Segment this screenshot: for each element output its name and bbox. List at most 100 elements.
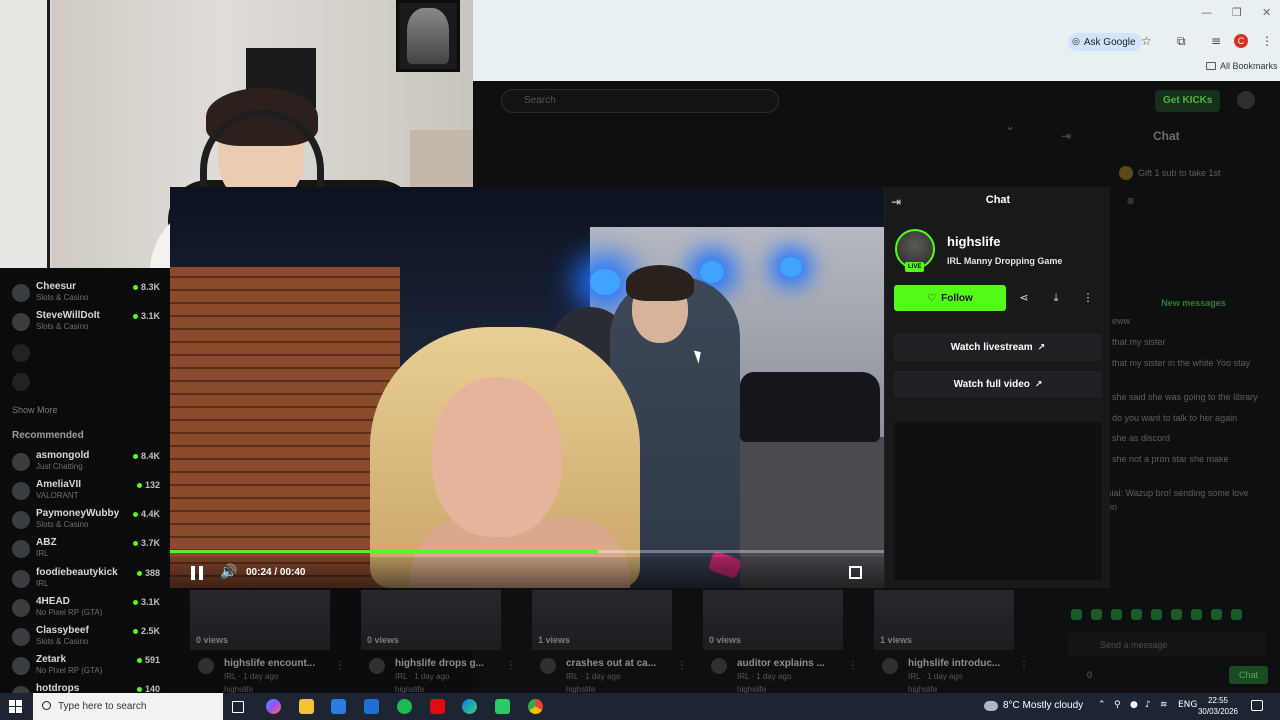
collapse-chat-icon[interactable]: ⇥	[1061, 129, 1071, 143]
watch-full-video-button[interactable]: Watch full video ↗	[894, 371, 1102, 398]
sidebar-item-hotdrops[interactable]: hotdrops 140	[12, 683, 162, 693]
media-icon[interactable]: ≡	[1211, 34, 1221, 48]
chat-heading: Chat	[1153, 129, 1180, 143]
send-message-input[interactable]: Send a message	[1068, 633, 1266, 657]
windows-start-icon[interactable]	[9, 700, 22, 713]
emote-icon[interactable]	[1191, 609, 1202, 620]
sidebar-item-paymoneywubby[interactable]: PaymoneyWubby Slots & Casino 4.4K	[12, 508, 162, 536]
pause-icon[interactable]	[191, 566, 203, 580]
user-avatar[interactable]	[1237, 91, 1255, 109]
avatar	[12, 453, 30, 471]
clip-card[interactable]: 0 views auditor explains ... IRL · 1 day…	[683, 588, 858, 694]
spotify-icon[interactable]	[397, 699, 412, 714]
minimize-button[interactable]: —	[1201, 6, 1212, 19]
channel-name[interactable]: highslife	[947, 234, 1000, 249]
chat-message: : do you want to talk to her again	[1107, 413, 1238, 423]
video-player[interactable]: 🔊 00:24 / 00:40	[170, 187, 884, 588]
speaker-icon[interactable]: ♪	[1145, 700, 1151, 710]
clock-time: 22:55	[1207, 696, 1229, 705]
sidebar-item-ameliavii[interactable]: AmeliaVII VALORANT 132	[12, 479, 162, 507]
clip-title[interactable]: auditor explains ...	[737, 658, 825, 669]
live-dot-icon	[132, 454, 138, 460]
weather-text: 8°C Mostly cloudy	[1003, 700, 1084, 711]
clip-card[interactable]: 1 views highslife introduc... IRL · 1 da…	[854, 588, 1029, 694]
close-button[interactable]: ✕	[1262, 6, 1271, 19]
edge-icon[interactable]	[462, 699, 477, 714]
more-menu-icon[interactable]: ⋮	[1261, 34, 1273, 48]
more-icon[interactable]: ⋮	[1019, 660, 1029, 671]
ask-google-button[interactable]: ◎ Ask Google	[1068, 33, 1142, 51]
mail-icon[interactable]	[364, 699, 379, 714]
language-indicator[interactable]: ENG	[1178, 700, 1197, 710]
clock[interactable]: 22:55 30/03/2026	[1196, 695, 1240, 717]
clip-card[interactable]: 0 views highslife encount... IRL · 1 day…	[170, 588, 345, 694]
clip-title[interactable]: highslife encount...	[224, 658, 315, 669]
task-view-icon[interactable]	[232, 701, 244, 713]
clip-title[interactable]: crashes out at ca...	[566, 658, 656, 669]
sidebar-item-cheesur[interactable]: Cheesur Slots & Casino 8.3K	[12, 281, 162, 309]
emote-icon[interactable]	[1151, 609, 1162, 620]
send-chat-button[interactable]: Chat	[1229, 666, 1269, 684]
chevron-down-icon[interactable]: ⌄	[1005, 119, 1015, 133]
clip-title[interactable]: highslife drops g...	[395, 658, 484, 669]
sidebar-item-stevewilldoit[interactable]: SteveWillDoIt Slots & Casino 3.1K	[12, 310, 162, 338]
clip-card[interactable]: 1 views crashes out at ca... IRL · 1 day…	[512, 588, 687, 694]
watch-livestream-button[interactable]: Watch livestream ↗	[894, 334, 1102, 361]
get-kicks-button[interactable]: Get KICKs	[1155, 90, 1221, 112]
copilot-icon[interactable]	[266, 699, 281, 714]
emote-icon[interactable]	[1211, 609, 1222, 620]
live-dot-icon	[136, 483, 142, 489]
clip-views: 1 views	[880, 635, 913, 645]
store-icon[interactable]	[331, 699, 346, 714]
live-dot-icon	[132, 285, 138, 291]
restore-button[interactable]: ❐	[1232, 6, 1242, 19]
search-input[interactable]: Search	[501, 89, 779, 113]
sidebar-item-classybeef[interactable]: Classybeef Slots & Casino 2.5K	[12, 625, 162, 653]
download-icon[interactable]: ⤓	[1045, 287, 1067, 309]
netflix-icon[interactable]	[430, 699, 445, 714]
extensions-icon[interactable]: ⧉	[1177, 34, 1186, 49]
clip-title[interactable]: highslife introduc...	[908, 658, 1000, 669]
sidebar-item-abz[interactable]: ABZ IRL 3.7K	[12, 537, 162, 565]
emote-icon[interactable]	[1091, 609, 1102, 620]
sidebar-item-zetark[interactable]: Zetark No Pixel RP (GTA) 591	[12, 654, 162, 682]
notification-icon[interactable]	[1251, 700, 1263, 711]
profile-avatar[interactable]: C	[1234, 34, 1248, 48]
wifi-icon[interactable]: ≋	[1160, 700, 1168, 710]
share-icon[interactable]: ⋖	[1013, 287, 1035, 309]
emote-icon[interactable]	[1071, 609, 1082, 620]
file-explorer-icon[interactable]	[299, 699, 314, 714]
chat-title: Chat	[985, 194, 1011, 206]
volume-icon[interactable]: 🔊	[220, 564, 237, 580]
emote-icon[interactable]	[1171, 609, 1182, 620]
sidebar-item-faded[interactable]	[12, 370, 162, 398]
emote-icon[interactable]	[1131, 609, 1142, 620]
sidebar-item-4head[interactable]: 4HEAD No Pixel RP (GTA) 3.1K	[12, 596, 162, 624]
sidebar-item-asmongold[interactable]: asmongold Just Chatting 8.4K	[12, 450, 162, 478]
seek-bar[interactable]	[170, 550, 884, 553]
weather-widget[interactable]: 8°C Mostly cloudy	[984, 700, 1083, 711]
all-bookmarks-button[interactable]: All Bookmarks	[1206, 61, 1278, 71]
video-frame-light	[780, 257, 802, 277]
more-icon[interactable]: ⋮	[1077, 287, 1099, 309]
network-icon[interactable]: ⚲	[1114, 700, 1121, 710]
taskbar-search-input[interactable]: Type here to search	[33, 693, 223, 720]
chrome-icon[interactable]	[528, 699, 543, 714]
follow-button[interactable]: ♡ Follow	[894, 285, 1006, 311]
chevron-up-icon[interactable]: ⌃	[1098, 700, 1106, 710]
avatar	[12, 511, 30, 529]
clip-card[interactable]: 0 views highslife drops g... IRL · 1 day…	[341, 588, 516, 694]
collapse-icon[interactable]: ⇥	[891, 195, 901, 209]
fullscreen-icon[interactable]	[849, 566, 862, 579]
filter-icon[interactable]: ≡	[1127, 194, 1134, 208]
emote-icon[interactable]	[1111, 609, 1122, 620]
microphone-icon[interactable]: ●	[1130, 700, 1138, 710]
star-icon[interactable]: ☆	[1141, 34, 1152, 48]
show-more-link[interactable]: Show More	[12, 405, 58, 415]
chat-message: Gift 1 sub to take 1st	[1138, 168, 1221, 178]
sidebar-item-faded[interactable]	[12, 341, 162, 369]
points-count: 0	[1087, 670, 1093, 680]
kick-app-icon[interactable]	[495, 699, 510, 714]
sidebar-item-foodiebeautykick[interactable]: foodiebeautykick IRL 388	[12, 567, 162, 595]
emote-icon[interactable]	[1231, 609, 1242, 620]
